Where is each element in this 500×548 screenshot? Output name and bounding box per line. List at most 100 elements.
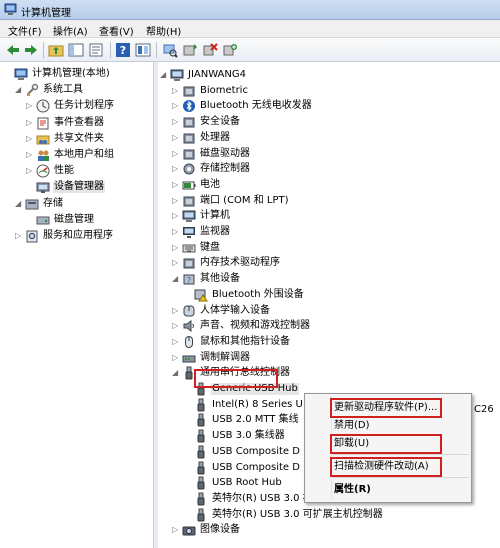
performance-icon — [36, 164, 50, 178]
back-arrow-icon[interactable] — [5, 42, 21, 58]
device-tree-label: 英特尔(R) USB 3.0 可扩展主机控制器 — [212, 508, 383, 520]
expanded-arrow-icon[interactable]: ◢ — [15, 84, 25, 96]
device-tree-label: 声音、视频和游戏控制器 — [200, 320, 310, 332]
uninstall-icon[interactable] — [202, 42, 218, 58]
window-title: 计算机管理 — [21, 8, 71, 19]
collapsed-arrow-icon[interactable]: ▷ — [172, 352, 182, 364]
device-tree-label: 其他设备 — [200, 273, 240, 285]
device-tree-label: 处理器 — [200, 131, 230, 143]
camera-icon — [182, 526, 196, 536]
menu-separator — [333, 454, 469, 455]
context-menu-item[interactable]: 禁用(D) — [333, 418, 470, 434]
device-icon — [183, 117, 195, 128]
disable-device-icon[interactable] — [222, 42, 238, 58]
collapsed-arrow-icon[interactable]: ▷ — [15, 230, 25, 242]
event-viewer-icon — [37, 117, 49, 130]
collapsed-arrow-icon[interactable]: ▷ — [26, 149, 36, 161]
collapsed-arrow-icon[interactable]: ▷ — [26, 100, 36, 112]
menu-help[interactable]: 帮助(H) — [146, 23, 181, 38]
device-tree-label: Bluetooth 无线电收发器 — [200, 100, 312, 112]
collapsed-arrow-icon[interactable]: ▷ — [172, 226, 182, 238]
nav-tree-label: 本地用户和组 — [54, 149, 114, 160]
sound-icon — [183, 320, 194, 333]
collapsed-arrow-icon[interactable]: ▷ — [172, 85, 182, 97]
nav-tree-label: 设备管理器 — [53, 181, 105, 194]
help-icon[interactable]: ? — [115, 42, 131, 58]
collapsed-arrow-icon[interactable]: ▷ — [172, 524, 182, 536]
collapsed-arrow-icon[interactable]: ▷ — [172, 257, 182, 269]
collapsed-arrow-icon[interactable]: ▷ — [172, 148, 182, 160]
device-icon — [183, 149, 195, 159]
expanded-arrow-icon[interactable]: ◢ — [15, 198, 25, 210]
menu-view[interactable]: 查看(V) — [99, 23, 134, 38]
properties-icon[interactable] — [135, 42, 151, 58]
device-tree-label: 端口 (COM 和 LPT) — [200, 194, 289, 206]
context-menu-item[interactable]: 属性(R) — [333, 482, 470, 498]
usb-icon — [197, 492, 205, 506]
menu-item-highlight — [330, 457, 442, 477]
expanded-arrow-icon[interactable]: ◢ — [160, 69, 170, 81]
device-tree-label: 计算机 — [200, 210, 230, 222]
usb-icon — [197, 508, 205, 522]
collapsed-arrow-icon[interactable]: ▷ — [26, 133, 36, 145]
expanded-arrow-icon[interactable]: ◢ — [172, 367, 182, 379]
title-bar: 计算机管理 — [0, 0, 500, 20]
usb-icon — [197, 398, 205, 412]
device-tree-label: 鼠标和其他指针设备 — [200, 335, 290, 347]
usb-icon — [197, 445, 205, 459]
collapsed-arrow-icon[interactable]: ▷ — [172, 305, 182, 317]
show-hide-tree-icon[interactable] — [68, 42, 84, 58]
scan-hardware-icon[interactable] — [162, 42, 178, 58]
device-tree-label: 磁盘驱动器 — [200, 147, 250, 159]
export-list-icon[interactable] — [88, 42, 104, 58]
device-tree-label: USB Root Hub — [212, 477, 282, 489]
clock-icon — [36, 99, 50, 113]
device-manager-icon — [36, 182, 50, 194]
collapsed-arrow-icon[interactable]: ▷ — [172, 210, 182, 222]
svg-text:?: ? — [187, 276, 191, 285]
toolbar: ? — [0, 38, 500, 62]
computer-mgmt-icon — [14, 68, 28, 80]
collapsed-arrow-icon[interactable]: ▷ — [172, 116, 182, 128]
device-tree-label: 调制解调器 — [200, 351, 250, 363]
collapsed-arrow-icon[interactable]: ▷ — [172, 336, 182, 348]
usb-icon — [197, 461, 205, 474]
storage-icon — [25, 199, 39, 210]
nav-tree-label: 性能 — [54, 165, 74, 177]
collapsed-arrow-icon[interactable]: ▷ — [172, 320, 182, 332]
menu-separator — [333, 477, 469, 478]
update-driver-icon[interactable] — [182, 42, 198, 58]
collapsed-arrow-icon[interactable]: ▷ — [172, 195, 182, 207]
collapsed-arrow-icon[interactable]: ▷ — [172, 179, 182, 191]
forward-arrow-icon[interactable] — [23, 42, 39, 58]
collapsed-arrow-icon[interactable]: ▷ — [172, 132, 182, 144]
nav-tree-label: 任务计划程序 — [54, 100, 114, 112]
nav-tree-label: 存储 — [43, 197, 63, 209]
computer-management-icon — [4, 3, 17, 15]
collapsed-arrow-icon[interactable]: ▷ — [26, 117, 36, 129]
menu-action[interactable]: 操作(A) — [53, 23, 88, 38]
collapsed-arrow-icon[interactable]: ▷ — [172, 100, 182, 112]
device-tree-label: JIANWANG4 — [188, 69, 246, 80]
clipped-device-text: C26 — [474, 404, 494, 415]
nav-tree-label: 服务和应用程序 — [43, 230, 113, 241]
collapsed-arrow-icon[interactable]: ▷ — [26, 165, 36, 177]
device-icon — [183, 196, 195, 207]
expanded-arrow-icon[interactable]: ◢ — [172, 273, 182, 285]
device-tree-label: USB Composite D — [212, 445, 300, 457]
up-folder-icon[interactable] — [48, 42, 64, 58]
device-tree-label: 键盘 — [200, 241, 220, 253]
collapsed-arrow-icon[interactable]: ▷ — [172, 163, 182, 175]
menu-file[interactable]: 文件(F) — [8, 23, 42, 38]
collapsed-arrow-icon[interactable]: ▷ — [172, 242, 182, 254]
svg-text:?: ? — [120, 44, 126, 57]
